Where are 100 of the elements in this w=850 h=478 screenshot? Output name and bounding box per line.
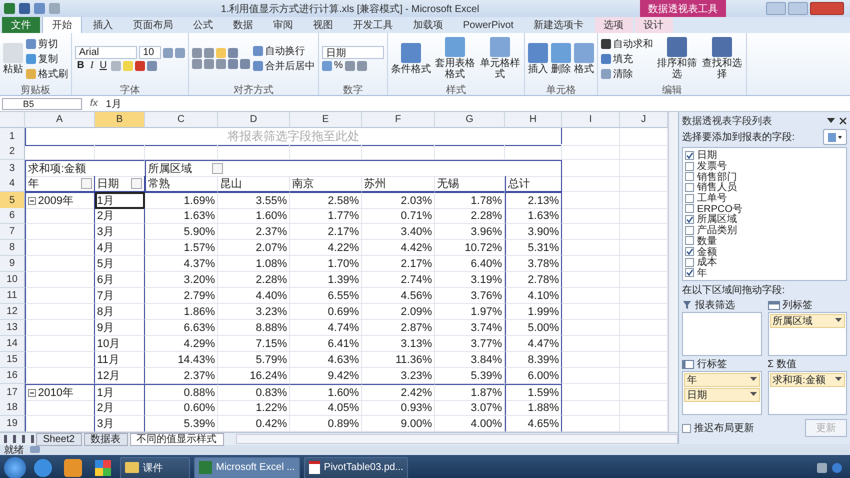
sheet-navigation-icon[interactable]	[4, 435, 34, 443]
checkbox[interactable]	[685, 162, 694, 171]
column-header[interactable]: I	[562, 112, 620, 128]
browser-icon[interactable]	[34, 458, 52, 476]
ribbon-command[interactable]: 自动求和	[601, 36, 653, 50]
start-button[interactable]	[4, 456, 26, 478]
ribbon-command[interactable]: 单元格样式	[479, 58, 521, 80]
column-header[interactable]: H	[505, 112, 562, 128]
checkbox[interactable]	[685, 247, 694, 256]
font-size-field[interactable]: 10	[139, 46, 161, 59]
row-header[interactable]: 5	[0, 192, 25, 209]
checkbox[interactable]	[682, 424, 691, 432]
horizontal-scrollbar[interactable]	[236, 434, 678, 444]
ribbon-command[interactable]: 复制	[26, 52, 68, 66]
checkbox[interactable]	[685, 268, 694, 278]
vertical-scrollbar[interactable]	[668, 112, 678, 432]
maximize-button[interactable]	[788, 2, 808, 15]
formula-field[interactable]: 1月	[106, 98, 848, 110]
ribbon-tab[interactable]: 公式	[184, 17, 222, 33]
taskbar-button[interactable]: 课件	[120, 456, 190, 478]
ribbon-command[interactable]: 查找和选择	[701, 58, 743, 80]
column-header[interactable]: E	[290, 112, 362, 128]
row-header[interactable]: 7	[0, 224, 25, 240]
row-header[interactable]: 6	[0, 208, 25, 224]
save-icon[interactable]	[19, 3, 30, 14]
row-header[interactable]: 8	[0, 240, 25, 256]
ribbon-tab[interactable]: 开发工具	[344, 17, 402, 33]
taskbar-button[interactable]: PivotTable03.pd...	[304, 456, 408, 478]
area-field-item[interactable]: 所属区域	[770, 314, 845, 328]
row-header[interactable]: 16	[0, 368, 25, 384]
ribbon-command[interactable]: 合并后居中	[253, 59, 315, 73]
ribbon-tab[interactable]: PowerPivot	[454, 17, 523, 33]
checkbox[interactable]	[685, 182, 694, 192]
sheet-tab[interactable]: 不同的值显示样式	[130, 432, 224, 446]
column-header[interactable]: D	[218, 112, 290, 128]
number-format-field[interactable]: 日期	[322, 46, 384, 59]
ribbon-command[interactable]: 条件格式	[391, 64, 431, 74]
function-button[interactable]: fx	[86, 98, 102, 109]
ribbon-command[interactable]: 格式刷	[26, 66, 68, 80]
drop-area[interactable]: 求和项:金额	[768, 371, 847, 415]
checkbox[interactable]	[685, 214, 694, 224]
checkbox[interactable]	[685, 194, 694, 203]
drop-area[interactable]	[682, 312, 762, 356]
ribbon-command[interactable]: 填充	[601, 52, 653, 66]
ribbon-command[interactable]: 剪切	[26, 36, 68, 50]
font-name-field[interactable]: Arial	[75, 46, 137, 59]
ribbon-command[interactable]: 自动换行	[253, 44, 315, 58]
column-header[interactable]: F	[362, 112, 435, 128]
ribbon-tab[interactable]: 数据	[224, 17, 262, 33]
ribbon-command[interactable]: 删除	[551, 64, 571, 74]
row-header[interactable]: 14	[0, 336, 25, 352]
drop-area[interactable]: 所属区域	[768, 312, 847, 356]
row-header[interactable]: 18	[0, 400, 25, 416]
area-field-item[interactable]: 日期	[684, 388, 760, 402]
help-icon[interactable]	[832, 462, 842, 472]
mail-app-icon[interactable]	[64, 458, 82, 476]
ribbon-command[interactable]: 清除	[601, 66, 653, 80]
ribbon-tab[interactable]: 视图	[304, 17, 342, 33]
row-header[interactable]: 15	[0, 352, 25, 368]
close-button[interactable]	[810, 2, 844, 15]
ribbon-tab[interactable]: 设计	[634, 17, 673, 33]
row-header[interactable]: 3	[0, 160, 25, 177]
column-header[interactable]: C	[145, 112, 218, 128]
row-header[interactable]: 2	[0, 144, 25, 160]
format-button[interactable]: I	[88, 60, 96, 71]
close-icon[interactable]	[839, 116, 847, 124]
taskbar-button[interactable]: Microsoft Excel ...	[194, 456, 300, 478]
drop-area[interactable]: 年 日期	[682, 371, 762, 415]
ribbon-tab[interactable]: 插入	[84, 17, 122, 33]
row-header[interactable]: 13	[0, 320, 25, 336]
row-header[interactable]: 4	[0, 176, 25, 192]
row-header[interactable]: 11	[0, 288, 25, 304]
area-field-item[interactable]: 求和项:金额	[770, 373, 845, 387]
ribbon-tab[interactable]: 开始	[42, 16, 82, 33]
ribbon-tab[interactable]: 页面布局	[124, 17, 182, 33]
row-header[interactable]: 10	[0, 272, 25, 288]
collapse-icon[interactable]	[28, 196, 36, 204]
sheet-tab[interactable]: Sheet2	[36, 432, 82, 446]
collapse-icon[interactable]	[28, 388, 36, 396]
ribbon-tab[interactable]: 审阅	[264, 17, 302, 33]
ribbon-command[interactable]: 插入	[528, 64, 548, 74]
ribbon-tab[interactable]: 文件	[2, 17, 40, 33]
ribbon-tab[interactable]: 新建选项卡	[524, 17, 593, 33]
checkbox[interactable]	[685, 150, 694, 160]
ribbon-tab[interactable]: 加载项	[404, 17, 452, 33]
checkbox[interactable]	[685, 236, 694, 246]
row-header[interactable]: 12	[0, 304, 25, 320]
format-button[interactable]: U	[98, 60, 109, 71]
sheet-tab[interactable]: 数据表	[84, 432, 128, 446]
layout-icon[interactable]	[828, 132, 842, 142]
minimize-button[interactable]	[766, 2, 786, 15]
paste-button[interactable]: 粘贴	[3, 64, 23, 74]
row-header[interactable]: 17	[0, 384, 25, 401]
column-header[interactable]: G	[435, 112, 505, 128]
checkbox[interactable]	[685, 204, 694, 214]
app-grid-icon[interactable]	[95, 460, 111, 476]
row-field-header[interactable]: 年	[25, 176, 95, 192]
row-field-header[interactable]: 日期	[95, 176, 145, 192]
ribbon-tab[interactable]: 选项	[594, 17, 633, 33]
percent-button[interactable]: %	[334, 60, 343, 71]
